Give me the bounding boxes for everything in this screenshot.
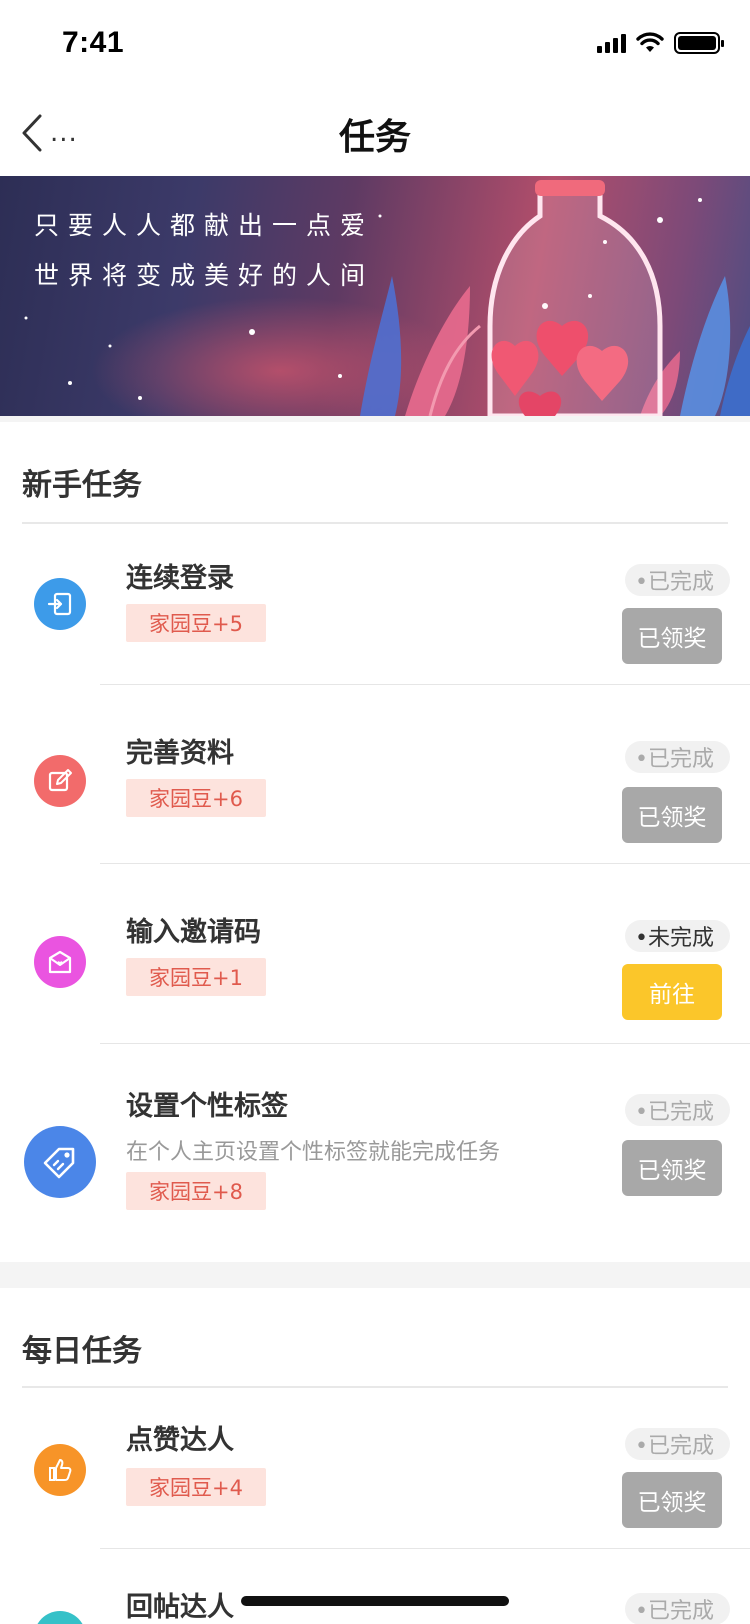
status-icons xyxy=(597,32,724,54)
wifi-icon xyxy=(636,32,664,52)
status-badge: •已完成 xyxy=(625,1593,730,1624)
reply-icon xyxy=(34,1611,86,1624)
status-badge: •已完成 xyxy=(625,564,730,596)
task-name: 点赞达人 xyxy=(126,1425,234,1456)
task-item: 连续登录 家园豆+5 •已完成 已领奖 xyxy=(0,524,750,684)
nav-bar: ... 任务 xyxy=(0,90,750,176)
status-time: 7:41 xyxy=(62,26,125,59)
status-badge: •未完成 xyxy=(625,920,730,952)
page-title: 任务 xyxy=(338,117,411,158)
daily-tasks-section: 每日任务 点赞达人 家园豆+4 •已完成 已领奖 回帖达人 •已完成 xyxy=(0,1288,750,1624)
cellular-signal-icon xyxy=(597,33,626,53)
status-badge: •已完成 xyxy=(625,1428,730,1460)
task-name: 设置个性标签 xyxy=(126,1091,288,1122)
newbie-tasks-section: 新手任务 连续登录 家园豆+5 •已完成 已领奖 完善资料 家园豆+6 •已完成… xyxy=(0,422,750,1262)
thumbs-up-icon xyxy=(34,1444,86,1496)
banner-line-1: 只要人人都献出一点爱 xyxy=(34,211,375,240)
task-name: 回帖达人 xyxy=(126,1592,234,1623)
home-indicator[interactable] xyxy=(241,1596,509,1606)
claimed-button[interactable]: 已领奖 xyxy=(622,1140,722,1196)
reward-badge: 家园豆+4 xyxy=(126,1468,266,1506)
task-description: 在个人主页设置个性标签就能完成任务 xyxy=(126,1140,501,1165)
edit-icon xyxy=(34,755,86,807)
battery-icon xyxy=(674,32,724,54)
task-item: 设置个性标签 在个人主页设置个性标签就能完成任务 家园豆+8 •已完成 已领奖 xyxy=(0,1044,750,1262)
go-button[interactable]: 前往 xyxy=(622,964,722,1020)
status-badge: •已完成 xyxy=(625,741,730,773)
claimed-button[interactable]: 已领奖 xyxy=(622,1472,722,1528)
claimed-button[interactable]: 已领奖 xyxy=(622,608,722,664)
task-name: 输入邀请码 xyxy=(126,917,261,948)
task-item: 回帖达人 •已完成 xyxy=(0,1549,750,1624)
tag-icon xyxy=(24,1126,96,1198)
reward-badge: 家园豆+1 xyxy=(126,958,266,996)
task-item: 输入邀请码 家园豆+1 •未完成 前往 xyxy=(0,864,750,1044)
reward-badge: 家园豆+5 xyxy=(126,604,266,642)
claimed-button[interactable]: 已领奖 xyxy=(622,787,722,843)
login-icon xyxy=(34,578,86,630)
banner[interactable]: 只要人人都献出一点爱 世界将变成美好的人间 xyxy=(0,176,750,416)
section-title: 新手任务 xyxy=(22,468,142,503)
task-name: 完善资料 xyxy=(126,738,234,769)
status-bar: 7:41 xyxy=(0,0,750,90)
task-item: 完善资料 家园豆+6 •已完成 已领奖 xyxy=(0,685,750,863)
invite-mail-icon xyxy=(34,936,86,988)
status-badge: •已完成 xyxy=(625,1094,730,1126)
section-title: 每日任务 xyxy=(22,1334,142,1369)
reward-badge: 家园豆+6 xyxy=(126,779,266,817)
banner-line-2: 世界将变成美好的人间 xyxy=(34,261,375,290)
reward-badge: 家园豆+8 xyxy=(126,1172,266,1210)
task-name: 连续登录 xyxy=(126,563,234,594)
task-item: 点赞达人 家园豆+4 •已完成 已领奖 xyxy=(0,1388,750,1548)
